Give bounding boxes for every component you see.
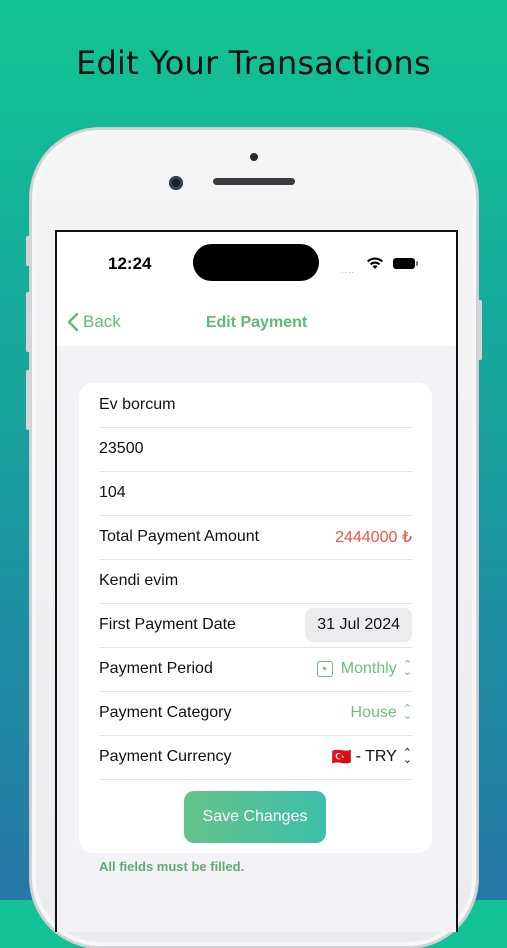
payment-category-value: House [350, 704, 397, 721]
edit-form-card: Ev borcum 23500 104 Total Payment Amount… [79, 383, 432, 853]
chevron-updown-icon: ⌃ ⌄ [402, 747, 412, 766]
dynamic-island [193, 244, 319, 281]
headline: Edit Your Transactions [76, 44, 431, 82]
phone-side-button [26, 236, 31, 266]
calendar-icon [316, 661, 333, 677]
name-value: Ev borcum [99, 396, 176, 413]
save-changes-button[interactable]: Save Changes [184, 791, 326, 843]
payment-period-select[interactable]: Monthly ⌃ ⌄ [316, 659, 412, 678]
battery-icon [393, 258, 415, 269]
installment-count-field[interactable]: 104 [99, 471, 412, 516]
status-bar: 12:24 .... [57, 232, 456, 302]
navigation-bar: Back Edit Payment [57, 302, 456, 346]
chevron-updown-icon: ⌃ ⌄ [402, 659, 412, 678]
total-amount-row: Total Payment Amount 2444000 ₺ [99, 515, 412, 560]
payment-currency-value: - TRY [355, 748, 397, 765]
phone-power-button [477, 300, 482, 360]
validation-hint: All fields must be filled. [99, 859, 245, 874]
page-title: Edit Payment [205, 314, 308, 331]
phone-volume-down [26, 370, 31, 430]
payment-period-row: Payment Period Monthly ⌃ ⌄ [99, 647, 412, 692]
name-field[interactable]: Ev borcum [99, 383, 412, 428]
amount-field[interactable]: 23500 [99, 427, 412, 472]
note-field[interactable]: Kendi evim [99, 559, 412, 604]
note-value: Kendi evim [99, 572, 179, 589]
first-payment-date-label: First Payment Date [99, 616, 236, 633]
amount-value: 23500 [99, 440, 144, 457]
earpiece-speaker [213, 178, 295, 185]
phone-volume-up [26, 292, 31, 352]
payment-category-label: Payment Category [99, 704, 232, 721]
status-time: 12:24 [108, 254, 152, 273]
turkey-flag-icon: 🇹🇷 [331, 749, 352, 766]
front-camera [169, 176, 183, 190]
total-amount-value: 2444000 ₺ [335, 529, 412, 546]
total-amount-label: Total Payment Amount [99, 528, 260, 545]
payment-category-select[interactable]: House ⌃ ⌄ [351, 704, 412, 722]
wifi-icon [367, 257, 383, 269]
battery-tip [416, 261, 418, 266]
payment-category-row: Payment Category House ⌃ ⌄ [99, 691, 412, 736]
first-payment-date-picker[interactable]: 31 Jul 2024 [305, 608, 412, 642]
payment-currency-row: Payment Currency 🇹🇷 - TRY ⌃ ⌄ [99, 735, 412, 780]
app-screen: 12:24 .... Back Edit Payment Ev borcum 2… [55, 230, 458, 932]
payment-currency-label: Payment Currency [99, 748, 232, 765]
payment-period-label: Payment Period [99, 660, 213, 677]
first-payment-date-row: First Payment Date 31 Jul 2024 [99, 603, 412, 648]
installment-count-value: 104 [99, 484, 126, 501]
chevron-updown-icon: ⌃ ⌄ [402, 703, 412, 722]
proximity-sensor [250, 153, 258, 161]
signal-icon: .... [341, 265, 356, 275]
payment-period-value: Monthly [340, 660, 397, 677]
payment-currency-select[interactable]: 🇹🇷 - TRY ⌃ ⌄ [332, 747, 412, 767]
